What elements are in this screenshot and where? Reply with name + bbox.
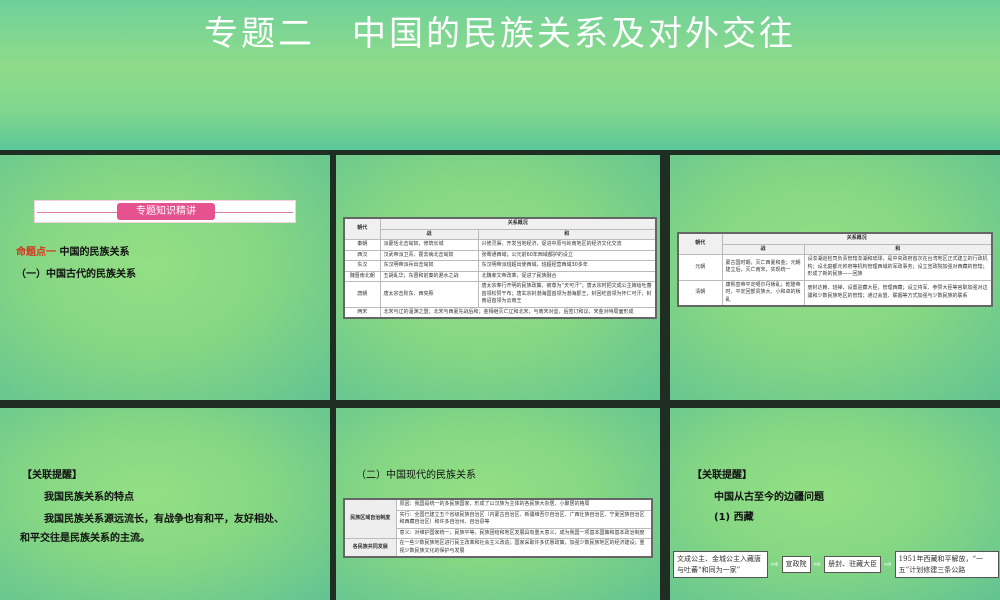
ribbon-label: 专题知识精讲 (117, 203, 215, 220)
presentation-title: 专题二 中国的民族关系及对外交往 (204, 14, 796, 54)
reminder-label: 【关联提醒】 (22, 470, 82, 481)
arrow-right-icon: ⇨ (884, 559, 892, 570)
tibet-flowchart: 文成公主、金城公主入藏唐与吐蕃“和同为一家” ⇨ 宣政院 ⇨ 册封、驻藏大臣 ⇨… (673, 551, 999, 578)
header-peace: 和 (803, 243, 993, 255)
slide-thumbnail-5[interactable]: （二）中国现代的民族关系 民族区域自治制度 原因：我国是统一的多民族国家，形成了以… (336, 408, 660, 600)
topic-title: 中国的民族关系 (59, 247, 130, 258)
topic-label: 命题点一 (16, 247, 56, 258)
war-cell: 唐太宗击败东、西突厥 (379, 281, 479, 308)
slide-thumbnail-4[interactable]: 【关联提醒】 我国民族关系的特点 我国民族关系源远流长，有战争也有和平，友好相处… (0, 408, 330, 600)
table-row: 元朝 蒙古国时期，灭亡西夏和金；元朝建立后，灭亡南宋，实现统一 设澎湖巡检司负责管辖… (677, 254, 993, 281)
dynasty-cell: 清朝 (677, 279, 723, 307)
table-row: 魏晋南北朝 五胡乱华；东晋和前秦的淝水之战 北魏孝文帝改革，促进了民族融合 (343, 270, 657, 282)
dynasty-cell: 两宋 (343, 306, 381, 319)
peace-cell: 设澎湖巡检司负责管辖澎湖和琉球，是中央政府首次在台湾地区正式建立的行政机构；设北… (803, 254, 993, 281)
dynasty-cell: 秦朝 (343, 239, 381, 251)
header-dynasty: 朝代 (343, 217, 381, 240)
section-ribbon: 专题知识精讲 (34, 200, 296, 223)
peace-cell: 东汉明帝派班超出使西域，班超经营西域30多年 (477, 260, 657, 272)
peace-cell: 册封达赖、班禅，设置驻藏大臣，管理西藏；设立将军、参赞大臣等官职加强对边疆和少数… (803, 279, 993, 307)
flow-step: 册封、驻藏大臣 (824, 556, 882, 573)
slide-thumbnail-1[interactable]: 专题知识精讲 命题点一 中国的民族关系 （一）中国古代的民族关系 (0, 155, 330, 400)
war-cell: 东汉明帝派兵出击匈奴 (379, 260, 479, 272)
peace-cell: 北魏孝文帝改革，促进了民族融合 (477, 270, 657, 282)
ancient-relations-table: 朝代 关系概况 战和 秦朝 派蒙恬北击匈奴，修筑长城 兴修灵渠，开发当地经济，促进中原… (343, 217, 657, 319)
modern-relations-table: 民族区域自治制度 原因：我国是统一的多民族国家，形成了以汉族为主体的各民族大杂居、… (343, 498, 653, 558)
title-banner: 专题二 中国的民族关系及对外交往 (0, 0, 1000, 150)
system-cell: 意义：对维护国家统一，民族平等，民族团结和地区发展具有重大意义，成为我国一项基本… (395, 527, 653, 539)
header-peace: 和 (477, 228, 657, 240)
system-cell: 实行：全国已建立五个省级民族自治区（内蒙古自治区、新疆维吾尔自治区、广西壮族自治… (395, 509, 653, 529)
arrow-right-icon: ⇨ (813, 559, 822, 570)
system-cell: 原因：我国是统一的多民族国家，形成了以汉族为主体的各民族大杂居、小聚居的格局 (395, 498, 653, 511)
slide-thumbnail-2[interactable]: 朝代 关系概况 战和 秦朝 派蒙恬北击匈奴，修筑长城 兴修灵渠，开发当地经济，促进中原… (336, 155, 660, 400)
yuan-qing-relations-table: 朝代 关系概况 战和 元朝 蒙古国时期，灭亡西夏和金；元朝建立后，灭亡南宋，实现统一… (677, 232, 993, 307)
reminder-sub: (1) 西藏 (714, 512, 754, 523)
peace-cell: 唐太宗奉行开明的民族政策，被尊为“天可汗”；唐太宗时把文成公主嫁给吐蕃首领松赞干… (477, 281, 657, 308)
relation-cell: 北宋与辽的澶渊之盟；北宋与西夏先战后和；金相继灭亡辽和北宋，与南宋对垒，后签订和… (379, 306, 657, 319)
slide-thumbnail-3[interactable]: 朝代 关系概况 战和 元朝 蒙古国时期，灭亡西夏和金；元朝建立后，灭亡南宋，实现统一… (670, 155, 1000, 400)
dynasty-cell: 唐朝 (343, 281, 381, 308)
reminder-heading: 中国从古至今的边疆问题 (714, 492, 824, 503)
war-cell: 蒙古国时期，灭亡西夏和金；元朝建立后，灭亡南宋，实现统一 (721, 254, 805, 281)
header-war: 战 (379, 228, 479, 240)
flow-step: 1951年西藏和平解放，“一五”计划修建三条公路 (894, 551, 999, 578)
arrow-right-icon: ⇨ (771, 559, 779, 570)
table-row: 东汉 东汉明帝派兵出击匈奴 东汉明帝派班超出使西域，班超经营西域30多年 (343, 260, 657, 272)
dynasty-cell: 元朝 (677, 254, 723, 281)
flow-step: 宣政院 (781, 556, 811, 573)
table-row: 两宋 北宋与辽的澶渊之盟；北宋与西夏先战后和；金相继灭亡辽和北宋，与南宋对垒，后签… (343, 306, 657, 319)
flow-step: 文成公主、金城公主入藏唐与吐蕃“和同为一家” (673, 551, 768, 578)
subtopic-title: （一）中国古代的民族关系 (16, 269, 136, 280)
header-dynasty: 朝代 (677, 232, 723, 255)
table-row: 西汉 汉武帝派卫青、霍去病北击匈奴 张骞通西域；公元前60年西域都护的设立 (343, 249, 657, 261)
reminder-label: 【关联提醒】 (692, 470, 752, 481)
dynasty-cell: 魏晋南北朝 (343, 270, 381, 282)
subtopic-title: （二）中国现代的民族关系 (356, 470, 476, 481)
reminder-body-1: 我国民族关系源远流长，有战争也有和平，友好相处、 (44, 514, 284, 525)
peace-cell: 张骞通西域；公元前60年西域都护的设立 (477, 249, 657, 261)
table-row: 唐朝 唐太宗击败东、西突厥 唐太宗奉行开明的民族政策，被尊为“天可汗”；唐太宗时把文… (343, 281, 657, 308)
development-label: 各民族共同发展 (343, 538, 397, 558)
peace-cell: 兴修灵渠，开发当地经济，促进中原与岭南地区的经济文化交流 (477, 239, 657, 251)
header-relation: 关系概况 (379, 217, 657, 230)
war-cell: 派蒙恬北击匈奴，修筑长城 (379, 239, 479, 251)
slide-thumbnail-6[interactable]: 【关联提醒】 中国从古至今的边疆问题 (1) 西藏 文成公主、金城公主入藏唐与吐… (670, 408, 1000, 600)
war-cell: 五胡乱华；东晋和前秦的淝水之战 (379, 270, 479, 282)
table-row: 清朝 康熙皇帝平定噶尔丹叛乱；乾隆帝时，平定回部贵族大、小和卓的叛乱 册封达赖、班禅… (677, 279, 993, 307)
dynasty-cell: 东汉 (343, 260, 381, 272)
reminder-heading: 我国民族关系的特点 (44, 492, 134, 503)
table-row: 秦朝 派蒙恬北击匈奴，修筑长城 兴修灵渠，开发当地经济，促进中原与岭南地区的经济文化… (343, 239, 657, 251)
development-cell: 在一些少数民族地区进行民主改革和社会主义改造；国家采取许多优惠政策，加强少数民族… (395, 538, 653, 558)
header-relation: 关系概况 (721, 232, 993, 245)
dynasty-cell: 西汉 (343, 249, 381, 261)
war-cell: 康熙皇帝平定噶尔丹叛乱；乾隆帝时，平定回部贵族大、小和卓的叛乱 (721, 279, 805, 307)
header-war: 战 (721, 243, 805, 255)
war-cell: 汉武帝派卫青、霍去病北击匈奴 (379, 249, 479, 261)
system-label: 民族区域自治制度 (343, 498, 397, 539)
reminder-body-2: 和平交往是民族关系的主流。 (20, 533, 150, 544)
